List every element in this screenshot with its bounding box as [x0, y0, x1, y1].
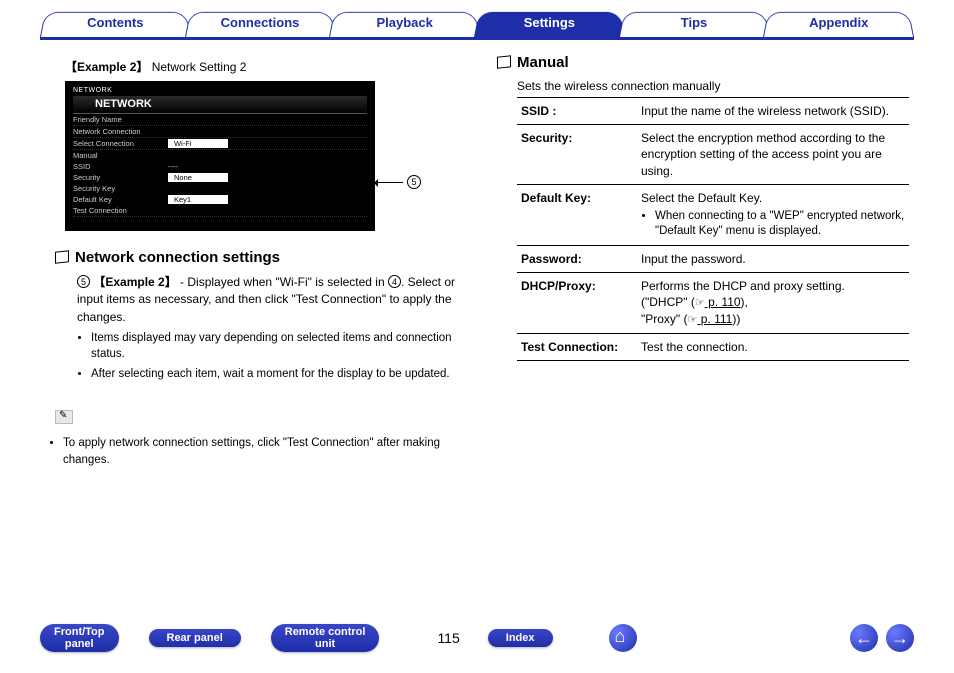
table-row: SSID : Input the name of the wireless ne… — [517, 98, 909, 125]
note-block: To apply network connection settings, cl… — [55, 410, 467, 467]
tab-settings[interactable]: Settings — [474, 10, 625, 37]
callout-number: 5 — [407, 175, 421, 189]
example-title: Network Setting 2 — [152, 60, 247, 74]
left-column: 【Example 2】 Network Setting 2 NETWORK NE… — [55, 54, 467, 603]
table-row: Test Connection: Test the connection. — [517, 334, 909, 361]
def-desc: Select the Default Key. When connecting … — [637, 184, 909, 245]
def-desc: Input the password. — [637, 245, 909, 272]
step-number: 5 — [77, 275, 90, 288]
device-title: NETWORK — [73, 96, 367, 114]
table-row: Default Key: Select the Default Key. Whe… — [517, 184, 909, 245]
rear-panel-button[interactable]: Rear panel — [149, 629, 241, 647]
right-column: Manual Sets the wireless connection manu… — [497, 54, 909, 603]
def-desc-pre: Performs the DHCP and proxy setting. — [641, 279, 845, 293]
tab-appendix[interactable]: Appendix — [763, 10, 914, 37]
callout-arrow: 5 — [375, 175, 421, 189]
arrow-icon — [375, 182, 403, 183]
def-desc: Select the encryption method according t… — [637, 125, 909, 185]
hand-icon: ☞ — [688, 314, 698, 326]
section-heading: Network connection settings — [55, 249, 467, 266]
def-desc: Test the connection. — [637, 334, 909, 361]
def-desc: Input the name of the wireless network (… — [637, 98, 909, 125]
def-key: Security: — [517, 125, 637, 185]
def-key: Password: — [517, 245, 637, 272]
prev-page-button[interactable]: ← — [850, 624, 878, 652]
footer: Front/Top panel Rear panel Remote contro… — [40, 621, 914, 655]
front-panel-button[interactable]: Front/Top panel — [40, 624, 119, 652]
def-desc: Performs the DHCP and proxy setting. ("D… — [637, 273, 909, 334]
device-row-label: Default Key — [73, 195, 168, 204]
bullet-item: Items displayed may vary depending on se… — [91, 330, 467, 362]
tab-contents[interactable]: Contents — [40, 10, 191, 37]
device-row-value: Wi-Fi — [168, 139, 228, 148]
device-row-label: Manual — [73, 151, 168, 160]
device-row-value: ---- — [168, 162, 178, 171]
def-key: Test Connection: — [517, 334, 637, 361]
page-link[interactable]: p. 110 — [705, 295, 741, 309]
section-paragraph: 5 【Example 2】 - Displayed when "Wi-Fi" i… — [77, 274, 467, 382]
device-row-label: Friendly Name — [73, 115, 168, 124]
pencil-icon — [55, 410, 73, 424]
def-desc-pre: Select the Default Key. — [641, 191, 762, 205]
example-tag: 【Example 2】 — [65, 60, 148, 74]
device-row-label: Security — [73, 173, 168, 182]
device-screenshot: NETWORK NETWORK Friendly Name Network Co… — [65, 81, 375, 231]
paragraph-text: - Displayed when "Wi-Fi" is selected in — [177, 275, 388, 289]
device-row-value: None — [168, 173, 228, 182]
def-key: SSID : — [517, 98, 637, 125]
section-heading: Manual — [497, 54, 909, 71]
device-row-label: Security Key — [73, 184, 168, 193]
table-row: Security: Select the encryption method a… — [517, 125, 909, 185]
remote-control-button[interactable]: Remote control unit — [271, 624, 380, 652]
index-button[interactable]: Index — [488, 629, 553, 647]
definition-table: SSID : Input the name of the wireless ne… — [517, 97, 909, 361]
def-bullet: When connecting to a "WEP" encrypted net… — [655, 209, 905, 240]
table-row: DHCP/Proxy: Performs the DHCP and proxy … — [517, 273, 909, 334]
note-text: To apply network connection settings, cl… — [63, 435, 467, 467]
def-key: Default Key: — [517, 184, 637, 245]
tab-tips[interactable]: Tips — [619, 10, 770, 37]
paragraph-bold: 【Example 2】 — [93, 275, 176, 289]
device-row-value: Key1 — [168, 195, 228, 204]
ref-number: 4 — [388, 275, 401, 288]
page-link[interactable]: p. 111 — [697, 312, 732, 326]
next-page-button[interactable]: → — [886, 624, 914, 652]
device-row-label: Network Connection — [73, 127, 168, 136]
home-icon[interactable] — [609, 624, 637, 652]
device-row-label: SSID — [73, 162, 168, 171]
def-key: DHCP/Proxy: — [517, 273, 637, 334]
tab-connections[interactable]: Connections — [185, 10, 336, 37]
top-nav: Contents Connections Playback Settings T… — [40, 10, 914, 40]
section-intro: Sets the wireless connection manually — [517, 79, 909, 93]
example-label: 【Example 2】 Network Setting 2 — [65, 58, 467, 75]
device-row-label: Select Connection — [73, 139, 168, 148]
bullet-item: After selecting each item, wait a moment… — [91, 366, 467, 382]
page-number: 115 — [437, 630, 459, 646]
tab-playback[interactable]: Playback — [329, 10, 480, 37]
device-crumb: NETWORK — [73, 87, 367, 94]
hand-icon: ☞ — [695, 297, 705, 309]
device-row-label: Test Connection — [73, 206, 168, 215]
table-row: Password: Input the password. — [517, 245, 909, 272]
